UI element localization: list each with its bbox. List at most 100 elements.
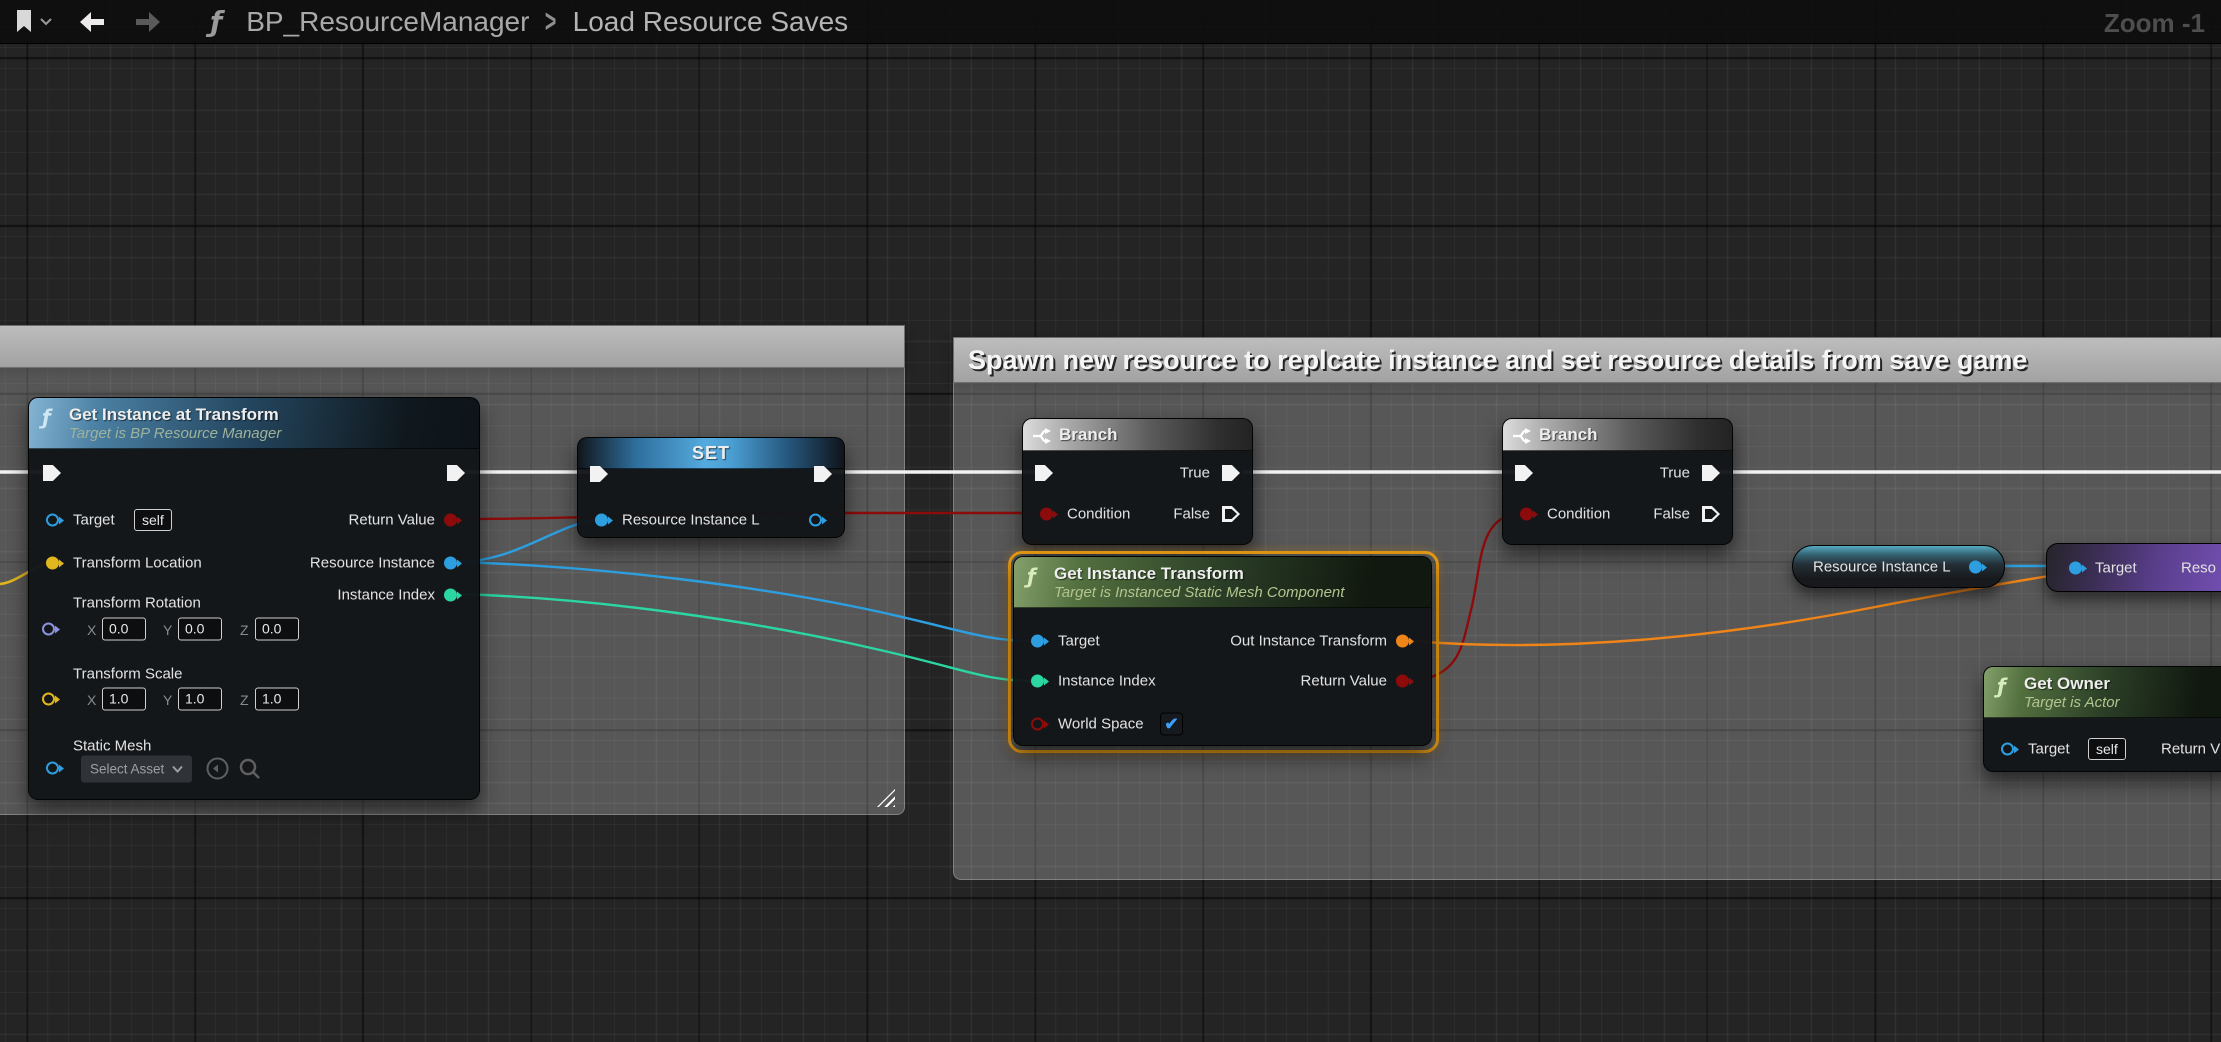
function-icon: ƒ (42, 405, 51, 429)
target-pin[interactable] (2001, 743, 2014, 756)
bookmark-icon[interactable] (14, 9, 36, 35)
pin-label: Target (1058, 633, 1100, 650)
select-asset-label: Select Asset (90, 762, 164, 777)
transform-location-pin[interactable] (46, 557, 59, 570)
pin-label: Condition (1067, 506, 1130, 523)
false-exec-pin[interactable] (1222, 506, 1240, 522)
scale-z-field[interactable]: 1.0 (255, 688, 299, 711)
return-value-pin[interactable] (444, 514, 457, 527)
rotation-z-field[interactable]: 0.0 (255, 618, 299, 641)
pin-label: Instance Index (1058, 673, 1156, 690)
variable-out-pin[interactable] (1969, 561, 1982, 574)
static-mesh-pin[interactable] (46, 762, 59, 775)
rotation-y-field[interactable]: 0.0 (178, 618, 222, 641)
check-icon: ✔ (1164, 714, 1178, 734)
pin-label: True (1660, 465, 1690, 482)
node-header[interactable]: SET (578, 438, 844, 469)
forward-arrow-icon[interactable] (132, 10, 162, 34)
axis-label-z: Z (240, 622, 249, 638)
node-header[interactable]: ƒ Get Owner Target is Actor (1984, 667, 2221, 718)
node-branch-1[interactable]: Branch True Condition False (1022, 418, 1253, 545)
back-arrow-icon[interactable] (78, 10, 108, 34)
node-get-instance-at-transform[interactable]: ƒ Get Instance at Transform Target is BP… (28, 397, 480, 800)
exec-in-pin[interactable] (43, 465, 61, 481)
target-self-field[interactable]: self (2088, 738, 2126, 760)
target-pin[interactable] (46, 514, 59, 527)
function-icon: ƒ (1027, 564, 1036, 588)
pin-label-partial: Reso (2181, 560, 2216, 577)
world-space-pin[interactable] (1031, 718, 1044, 731)
node-title: Branch (1059, 425, 1242, 445)
node-title: Get Instance at Transform (69, 405, 467, 425)
transform-scale-pin[interactable] (42, 693, 55, 706)
pin-label: Transform Scale (73, 666, 182, 683)
target-pin[interactable] (1031, 635, 1044, 648)
node-header[interactable]: ƒ Get Instance Transform Target is Insta… (1014, 557, 1431, 608)
return-value-pin[interactable] (1396, 675, 1409, 688)
graph-breadcrumb-bar: ƒ BP_ResourceManager > Load Resource Sav… (0, 0, 2221, 44)
bookmark-chevron-icon[interactable] (40, 18, 52, 26)
node-partial-purple[interactable]: Target Reso (2046, 543, 2221, 592)
node-title: Get Instance Transform (1054, 564, 1419, 584)
instance-index-pin[interactable] (444, 589, 457, 602)
wire-int-instanceindex-git[interactable] (456, 594, 1035, 681)
breadcrumb-blueprint[interactable]: BP_ResourceManager (246, 6, 529, 38)
exec-out-pin[interactable] (447, 465, 465, 481)
select-asset-dropdown[interactable]: Select Asset (81, 756, 192, 783)
node-header[interactable]: ƒ Get Instance at Transform Target is BP… (29, 398, 479, 449)
rotation-x-field[interactable]: 0.0 (102, 618, 146, 641)
use-selected-asset-icon[interactable] (205, 756, 230, 781)
condition-pin[interactable] (1520, 508, 1533, 521)
transform-rotation-pin[interactable] (42, 623, 55, 636)
node-get-resource-instance-l[interactable]: Resource Instance L (1792, 545, 2005, 588)
node-subtitle: Target is Actor (2024, 694, 2221, 711)
branch-icon (1512, 427, 1534, 445)
out-instance-transform-pin[interactable] (1396, 635, 1409, 648)
node-set-resource-instance[interactable]: SET Resource Instance L (577, 437, 845, 538)
node-header[interactable]: Branch (1503, 419, 1732, 451)
resource-instance-pin[interactable] (444, 557, 457, 570)
instance-index-pin[interactable] (1031, 675, 1044, 688)
blueprint-graph-canvas[interactable]: Spawn new resource to replcate instance … (0, 0, 2221, 1042)
function-icon: ƒ (1997, 674, 2006, 698)
target-self-field[interactable]: self (134, 509, 172, 531)
node-header[interactable]: Branch (1023, 419, 1252, 451)
target-pin[interactable] (2069, 562, 2082, 575)
node-title: SET (578, 443, 844, 464)
scale-x-field[interactable]: 1.0 (102, 688, 146, 711)
browse-asset-icon[interactable] (237, 756, 262, 781)
false-exec-pin[interactable] (1702, 506, 1720, 522)
exec-out-pin[interactable] (814, 466, 832, 482)
scale-y-field[interactable]: 1.0 (178, 688, 222, 711)
exec-in-pin[interactable] (1035, 465, 1053, 481)
true-exec-pin[interactable] (1702, 465, 1720, 481)
true-exec-pin[interactable] (1222, 465, 1240, 481)
node-title: Branch (1539, 425, 1722, 445)
exec-in-pin[interactable] (590, 466, 608, 482)
wire-object-resourceinstance-git-target[interactable] (456, 562, 1035, 641)
axis-label-z: Z (240, 692, 249, 708)
pin-label: Return Value (349, 512, 435, 529)
condition-pin[interactable] (1040, 508, 1053, 521)
node-get-instance-transform[interactable]: ƒ Get Instance Transform Target is Insta… (1013, 556, 1432, 746)
selection-outline: ƒ Get Instance Transform Target is Insta… (1008, 551, 1439, 753)
pin-label: Instance Index (337, 587, 435, 604)
exec-in-pin[interactable] (1515, 465, 1533, 481)
world-space-checkbox[interactable]: ✔ (1160, 713, 1183, 736)
pin-label: World Space (1058, 716, 1144, 733)
variable-label: Resource Instance L (1813, 559, 1951, 576)
zoom-level-label: Zoom -1 (2104, 8, 2205, 39)
resource-instance-out-pin[interactable] (809, 514, 822, 527)
pin-label: Transform Location (73, 555, 202, 572)
node-get-owner[interactable]: ƒ Get Owner Target is Actor Target self … (1983, 666, 2221, 772)
pin-label: Static Mesh (73, 738, 151, 755)
pin-label: Return Value (1301, 673, 1387, 690)
breadcrumb-graph[interactable]: Load Resource Saves (573, 6, 849, 38)
pin-label: False (1173, 506, 1210, 523)
resource-instance-in-pin[interactable] (595, 514, 608, 527)
pin-label: Resource Instance (310, 555, 435, 572)
node-title: Get Owner (2024, 674, 2221, 694)
chevron-down-icon (172, 766, 183, 773)
node-branch-2[interactable]: Branch True Condition False (1502, 418, 1733, 545)
pin-label: Transform Rotation (73, 595, 201, 612)
